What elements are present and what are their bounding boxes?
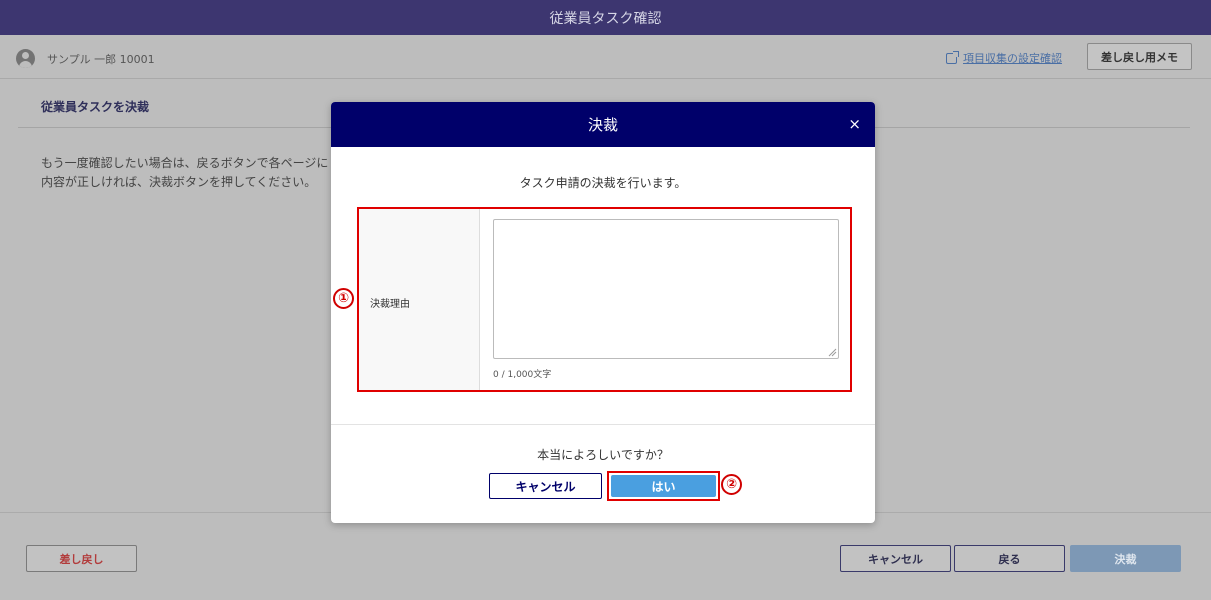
dialog-description: タスク申請の決裁を行います。	[519, 176, 687, 190]
yes-button[interactable]: はい	[611, 475, 716, 497]
instruction-text: もう一度確認したい場合は、戻るボタンで各ページに 内容が正しければ、決裁ボタンを…	[41, 156, 329, 189]
external-link-icon	[946, 50, 959, 64]
settings-check-link[interactable]: 項目収集の設定確認	[946, 50, 1062, 66]
send-back-memo-button[interactable]: 差し戻し用メモ	[1087, 43, 1192, 70]
user-avatar-icon	[16, 49, 35, 68]
user-bar: サンプル 一郎 10001 項目収集の設定確認 差し戻し用メモ	[0, 35, 1211, 79]
confirm-question: 本当によろしいですか？	[537, 448, 669, 462]
resize-handle-icon[interactable]	[828, 348, 837, 357]
app-title-bar: 従業員タスク確認	[0, 0, 1211, 35]
annotation-marker-2: ②	[721, 474, 742, 495]
send-back-button[interactable]: 差し戻し	[26, 545, 137, 572]
back-button[interactable]: 戻る	[954, 545, 1065, 572]
user-name: サンプル 一郎 10001	[47, 53, 155, 66]
dialog-header: 決裁 ×	[331, 102, 875, 147]
character-counter: 0 / 1,000文字	[493, 370, 552, 380]
approval-reason-label: 決裁理由	[370, 299, 410, 310]
page-title: 従業員タスクを決裁	[41, 100, 150, 114]
form-label-cell: 決裁理由	[359, 209, 480, 390]
dialog-cancel-button[interactable]: キャンセル	[489, 473, 602, 499]
settings-check-link-label: 項目収集の設定確認	[963, 52, 1062, 65]
dialog-title: 決裁	[587, 116, 618, 134]
approval-dialog: 決裁 × タスク申請の決裁を行います。 決裁理由 0 / 1,000文字 本当に…	[331, 102, 875, 523]
footer-cancel-button[interactable]: キャンセル	[840, 545, 951, 572]
approval-reason-form-row: 決裁理由 0 / 1,000文字	[357, 207, 852, 392]
app-title: 従業員タスク確認	[549, 10, 662, 27]
close-icon[interactable]: ×	[848, 115, 861, 133]
dialog-divider	[331, 424, 875, 425]
decide-button[interactable]: 決裁	[1070, 545, 1181, 572]
annotation-marker-1: ①	[333, 288, 354, 309]
approval-reason-input[interactable]	[493, 219, 839, 359]
